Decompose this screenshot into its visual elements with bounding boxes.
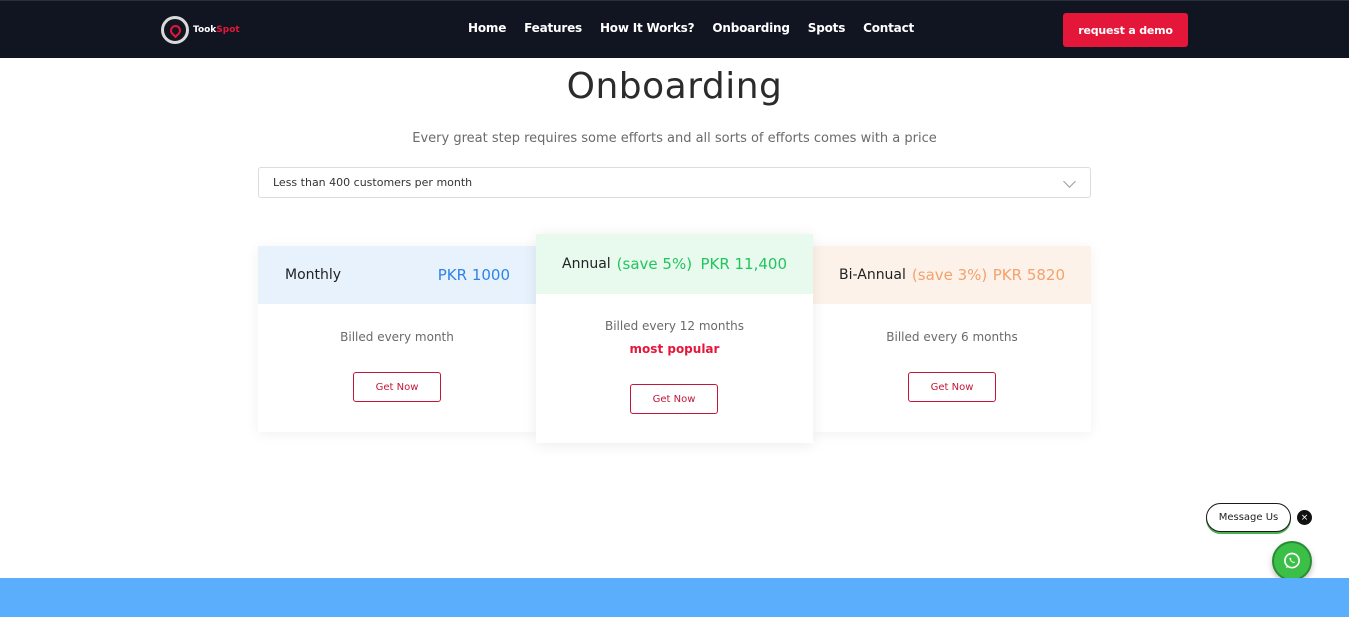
get-now-button[interactable]: Get Now bbox=[353, 372, 441, 402]
nav-item-how-it-works[interactable]: How It Works? bbox=[600, 21, 695, 35]
close-icon[interactable]: × bbox=[1297, 510, 1312, 525]
nav-item-features[interactable]: Features bbox=[524, 21, 582, 35]
request-demo-button[interactable]: request a demo bbox=[1063, 13, 1188, 47]
most-popular-badge: most popular bbox=[629, 342, 720, 356]
nav-item-spots[interactable]: Spots bbox=[808, 21, 846, 35]
plan-name: Monthly bbox=[285, 267, 342, 283]
whatsapp-icon bbox=[1284, 552, 1300, 569]
plan-savings: (save 3%) bbox=[911, 266, 988, 284]
select-value: Less than 400 customers per month bbox=[273, 176, 473, 189]
nav-item-home[interactable]: Home bbox=[468, 21, 506, 35]
plan-card-monthly: Monthly PKR 1000 Billed every month Get … bbox=[258, 246, 536, 432]
customer-volume-select[interactable]: Less than 400 customers per month bbox=[258, 167, 1091, 198]
plan-name: Annual bbox=[562, 256, 611, 272]
plan-price: PKR 5820 bbox=[992, 266, 1065, 284]
page-title: Onboarding bbox=[566, 66, 783, 107]
plan-card-bi-annual: Bi-Annual (save 3%) PKR 5820 Billed ever… bbox=[813, 246, 1091, 432]
plan-price: PKR 1000 bbox=[437, 266, 510, 284]
nav-item-contact[interactable]: Contact bbox=[863, 21, 914, 35]
whatsapp-button[interactable] bbox=[1272, 541, 1312, 581]
get-now-button[interactable]: Get Now bbox=[908, 372, 996, 402]
brand-name: TookSpot bbox=[193, 25, 240, 35]
plan-header: Bi-Annual (save 3%) PKR 5820 bbox=[813, 246, 1091, 304]
billing-period: Billed every 6 months bbox=[886, 330, 1018, 344]
location-pin-icon bbox=[161, 16, 189, 44]
top-navbar: TookSpot Home Features How It Works? Onb… bbox=[0, 0, 1349, 58]
footer-band bbox=[0, 578, 1349, 617]
page-subtitle: Every great step requires some efforts a… bbox=[412, 131, 937, 146]
plan-savings: (save 5%) bbox=[616, 255, 693, 273]
plan-header: Monthly PKR 1000 bbox=[258, 246, 536, 304]
plan-price: PKR 11,400 bbox=[700, 255, 787, 273]
get-now-button[interactable]: Get Now bbox=[630, 384, 718, 414]
billing-period: Billed every 12 months bbox=[604, 319, 745, 333]
nav-item-onboarding[interactable]: Onboarding bbox=[712, 21, 790, 35]
plan-card-annual: Annual (save 5%) PKR 11,400 Billed every… bbox=[536, 234, 813, 443]
billing-period: Billed every month bbox=[340, 330, 454, 344]
plan-header: Annual (save 5%) PKR 11,400 bbox=[536, 234, 813, 294]
brand-logo[interactable]: TookSpot bbox=[161, 16, 240, 44]
message-us-button[interactable]: Message Us bbox=[1206, 503, 1291, 532]
chevron-down-icon bbox=[1063, 175, 1076, 188]
main-menu: Home Features How It Works? Onboarding S… bbox=[468, 21, 932, 35]
plan-name: Bi-Annual bbox=[839, 267, 906, 283]
